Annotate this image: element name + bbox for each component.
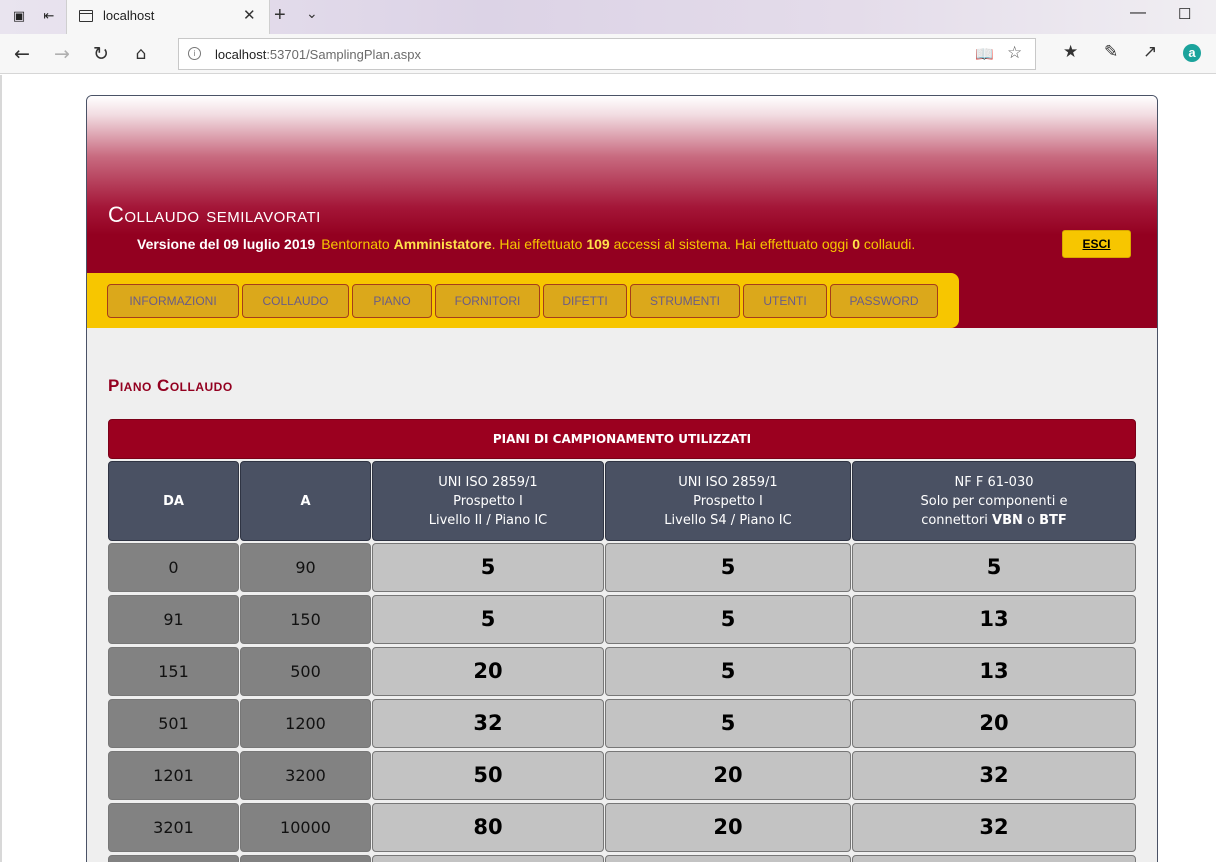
page-viewport: Collaudo semilavorati Versione del 09 lu… [0, 75, 1216, 862]
site-title: Collaudo semilavorati [108, 202, 321, 227]
cell-a: 150 [240, 595, 371, 644]
page-container: Collaudo semilavorati Versione del 09 lu… [86, 95, 1158, 862]
cell-livello-ii: 50 [372, 751, 604, 800]
column-header-livello-ii: UNI ISO 2859/1 Prospetto I Livello II / Pi… [372, 461, 604, 541]
column-header-livello-s4: UNI ISO 2859/1 Prospetto I Livello S4 / Pi… [605, 461, 851, 541]
cell-livello-ii: 80 [372, 803, 604, 852]
today-count: 0 [852, 236, 861, 252]
menu-item-strumenti[interactable]: STRUMENTI [630, 284, 740, 318]
new-tab-icon[interactable]: + [274, 4, 286, 27]
cell-a: 90 [240, 543, 371, 592]
cell-nf-f-61-030: 20 [852, 699, 1136, 748]
extension-icon[interactable]: a [1183, 44, 1201, 62]
table-caption: PIANI DI CAMPIONAMENTO UTILIZZATI [108, 419, 1136, 459]
browser-tab[interactable]: localhost ✕ [66, 0, 270, 34]
table-row-partial-cell [605, 855, 851, 862]
user-name: Amministatore [393, 236, 492, 252]
table-row-partial-cell [372, 855, 604, 862]
menu-item-password[interactable]: PASSWORD [830, 284, 938, 318]
cell-nf-f-61-030: 13 [852, 647, 1136, 696]
main-menu: INFORMAZIONI COLLAUDO PIANO FORNITORI DI… [87, 273, 959, 328]
cell-livello-ii: 20 [372, 647, 604, 696]
tab-title: localhost [103, 8, 155, 23]
version-label: Versione del 09 luglio 2019 [137, 236, 316, 252]
cell-nf-f-61-030: 13 [852, 595, 1136, 644]
cell-da: 501 [108, 699, 239, 748]
table-row-partial-cell [240, 855, 371, 862]
access-count: 109 [586, 236, 610, 252]
cell-livello-s4: 5 [605, 543, 851, 592]
site-info-icon[interactable]: i [188, 47, 201, 60]
home-icon[interactable]: ⌂ [129, 42, 153, 66]
address-bar[interactable]: i localhost:53701/SamplingPlan.aspx 📖 ☆ [178, 38, 1036, 70]
welcome-message: Versione del 09 luglio 2019 Bentornato Am… [137, 236, 916, 252]
menu-item-collaudo[interactable]: COLLAUDO [242, 284, 349, 318]
favorites-list-icon[interactable]: ★ [1063, 42, 1078, 62]
column-header-a: A [240, 461, 371, 541]
cell-a: 500 [240, 647, 371, 696]
column-header-nf-f-61-030: NF F 61-030 Solo per componenti e connett… [852, 461, 1136, 541]
table-row-partial-cell [108, 855, 239, 862]
menu-item-piano[interactable]: PIANO [352, 284, 432, 318]
maximize-icon[interactable]: ☐ [1178, 5, 1191, 23]
cell-a: 3200 [240, 751, 371, 800]
browser-nav-bar: ← → ↻ ⌂ i localhost:53701/SamplingPlan.a… [0, 34, 1216, 74]
tab-actions-icon[interactable]: ▣ [10, 8, 28, 26]
set-aside-tabs-icon[interactable]: ⇤ [40, 8, 58, 26]
cell-livello-s4: 5 [605, 647, 851, 696]
cell-da: 0 [108, 543, 239, 592]
menu-item-fornitori[interactable]: FORNITORI [435, 284, 540, 318]
favorite-star-icon[interactable]: ☆ [1007, 43, 1022, 63]
cell-livello-ii: 5 [372, 543, 604, 592]
forward-icon[interactable]: → [50, 42, 74, 66]
cell-nf-f-61-030: 5 [852, 543, 1136, 592]
page-icon [79, 10, 93, 22]
cell-livello-s4: 20 [605, 803, 851, 852]
cell-livello-s4: 5 [605, 699, 851, 748]
reading-view-icon[interactable]: 📖 [975, 45, 994, 63]
cell-da: 1201 [108, 751, 239, 800]
cell-nf-f-61-030: 32 [852, 803, 1136, 852]
cell-a: 1200 [240, 699, 371, 748]
menu-item-difetti[interactable]: DIFETTI [543, 284, 627, 318]
minimize-icon[interactable]: — [1130, 4, 1146, 22]
close-tab-icon[interactable]: ✕ [243, 6, 256, 24]
cell-da: 151 [108, 647, 239, 696]
share-icon[interactable]: ↗ [1143, 42, 1157, 62]
cell-da: 91 [108, 595, 239, 644]
menu-item-informazioni[interactable]: INFORMAZIONI [107, 284, 239, 318]
cell-livello-s4: 5 [605, 595, 851, 644]
cell-livello-ii: 32 [372, 699, 604, 748]
tab-preview-chevron-icon[interactable]: ⌄ [306, 6, 318, 22]
menu-item-utenti[interactable]: UTENTI [743, 284, 827, 318]
refresh-icon[interactable]: ↻ [89, 42, 113, 66]
cell-livello-s4: 20 [605, 751, 851, 800]
pen-notes-icon[interactable]: ✎ [1104, 42, 1118, 62]
address-url[interactable]: localhost:53701/SamplingPlan.aspx [215, 47, 421, 62]
cell-nf-f-61-030: 32 [852, 751, 1136, 800]
cell-da: 3201 [108, 803, 239, 852]
back-icon[interactable]: ← [10, 42, 34, 66]
cell-livello-ii: 5 [372, 595, 604, 644]
table-row-partial-cell [852, 855, 1136, 862]
logout-button[interactable]: ESCI [1062, 230, 1131, 258]
cell-a: 10000 [240, 803, 371, 852]
column-header-da: DA [108, 461, 239, 541]
browser-tab-bar: ▣ ⇤ localhost ✕ + ⌄ — ☐ [0, 0, 1216, 34]
section-title: Piano Collaudo [108, 376, 233, 395]
